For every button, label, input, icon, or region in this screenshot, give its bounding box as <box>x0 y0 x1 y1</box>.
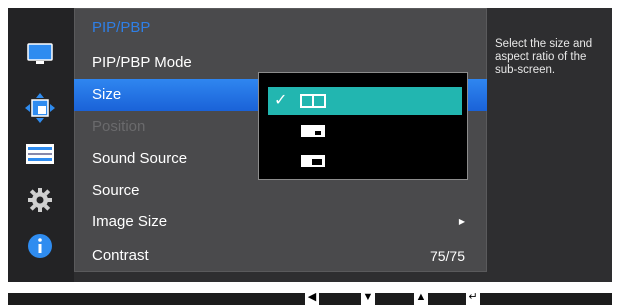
settings-bars-icon[interactable] <box>24 138 56 170</box>
menu-item-label: Contrast <box>92 247 149 264</box>
menu-item-label: Source <box>92 182 140 199</box>
monitor-icon[interactable] <box>24 38 56 70</box>
pip-small-ratio-icon <box>301 125 325 137</box>
menu-item-label: Size <box>92 86 122 103</box>
chevron-right-icon: ▶ <box>458 217 465 226</box>
check-icon: ✓ <box>274 92 288 109</box>
size-option-pip-small[interactable] <box>268 117 462 145</box>
help-panel: Select the size and aspect ratio of the … <box>487 8 612 282</box>
menu-title: PIP/PBP <box>92 19 151 36</box>
down-arrow-icon[interactable]: ▼ <box>361 290 375 305</box>
category-rail <box>8 8 74 282</box>
up-arrow-icon[interactable]: ▲ <box>414 290 428 305</box>
pip-move-icon[interactable] <box>18 88 62 128</box>
help-text: Select the size and aspect ratio of the … <box>495 38 593 76</box>
contrast-value: 75/75 <box>429 248 465 264</box>
enter-icon[interactable]: ↵ <box>466 290 480 305</box>
menu-item-image-size[interactable]: Image Size ▶ <box>74 206 487 238</box>
size-option-pip-medium[interactable] <box>268 147 462 175</box>
size-options-popup: ✓ <box>258 72 468 180</box>
menu-item-label: Position <box>92 118 146 135</box>
pip-medium-ratio-icon <box>301 155 325 167</box>
menu-item-label: Sound Source <box>92 150 188 167</box>
size-option-pbp-split[interactable]: ✓ <box>268 87 462 115</box>
pbp-split-ratio-icon <box>300 94 326 108</box>
menu-item-label: PIP/PBP Mode <box>92 54 192 71</box>
left-arrow-icon[interactable]: ◀ <box>305 290 319 305</box>
gear-icon[interactable] <box>24 184 56 216</box>
info-icon[interactable] <box>24 230 56 262</box>
menu-item-label: Image Size <box>92 213 168 230</box>
menu-item-contrast[interactable]: Contrast 75/75 <box>74 240 487 272</box>
